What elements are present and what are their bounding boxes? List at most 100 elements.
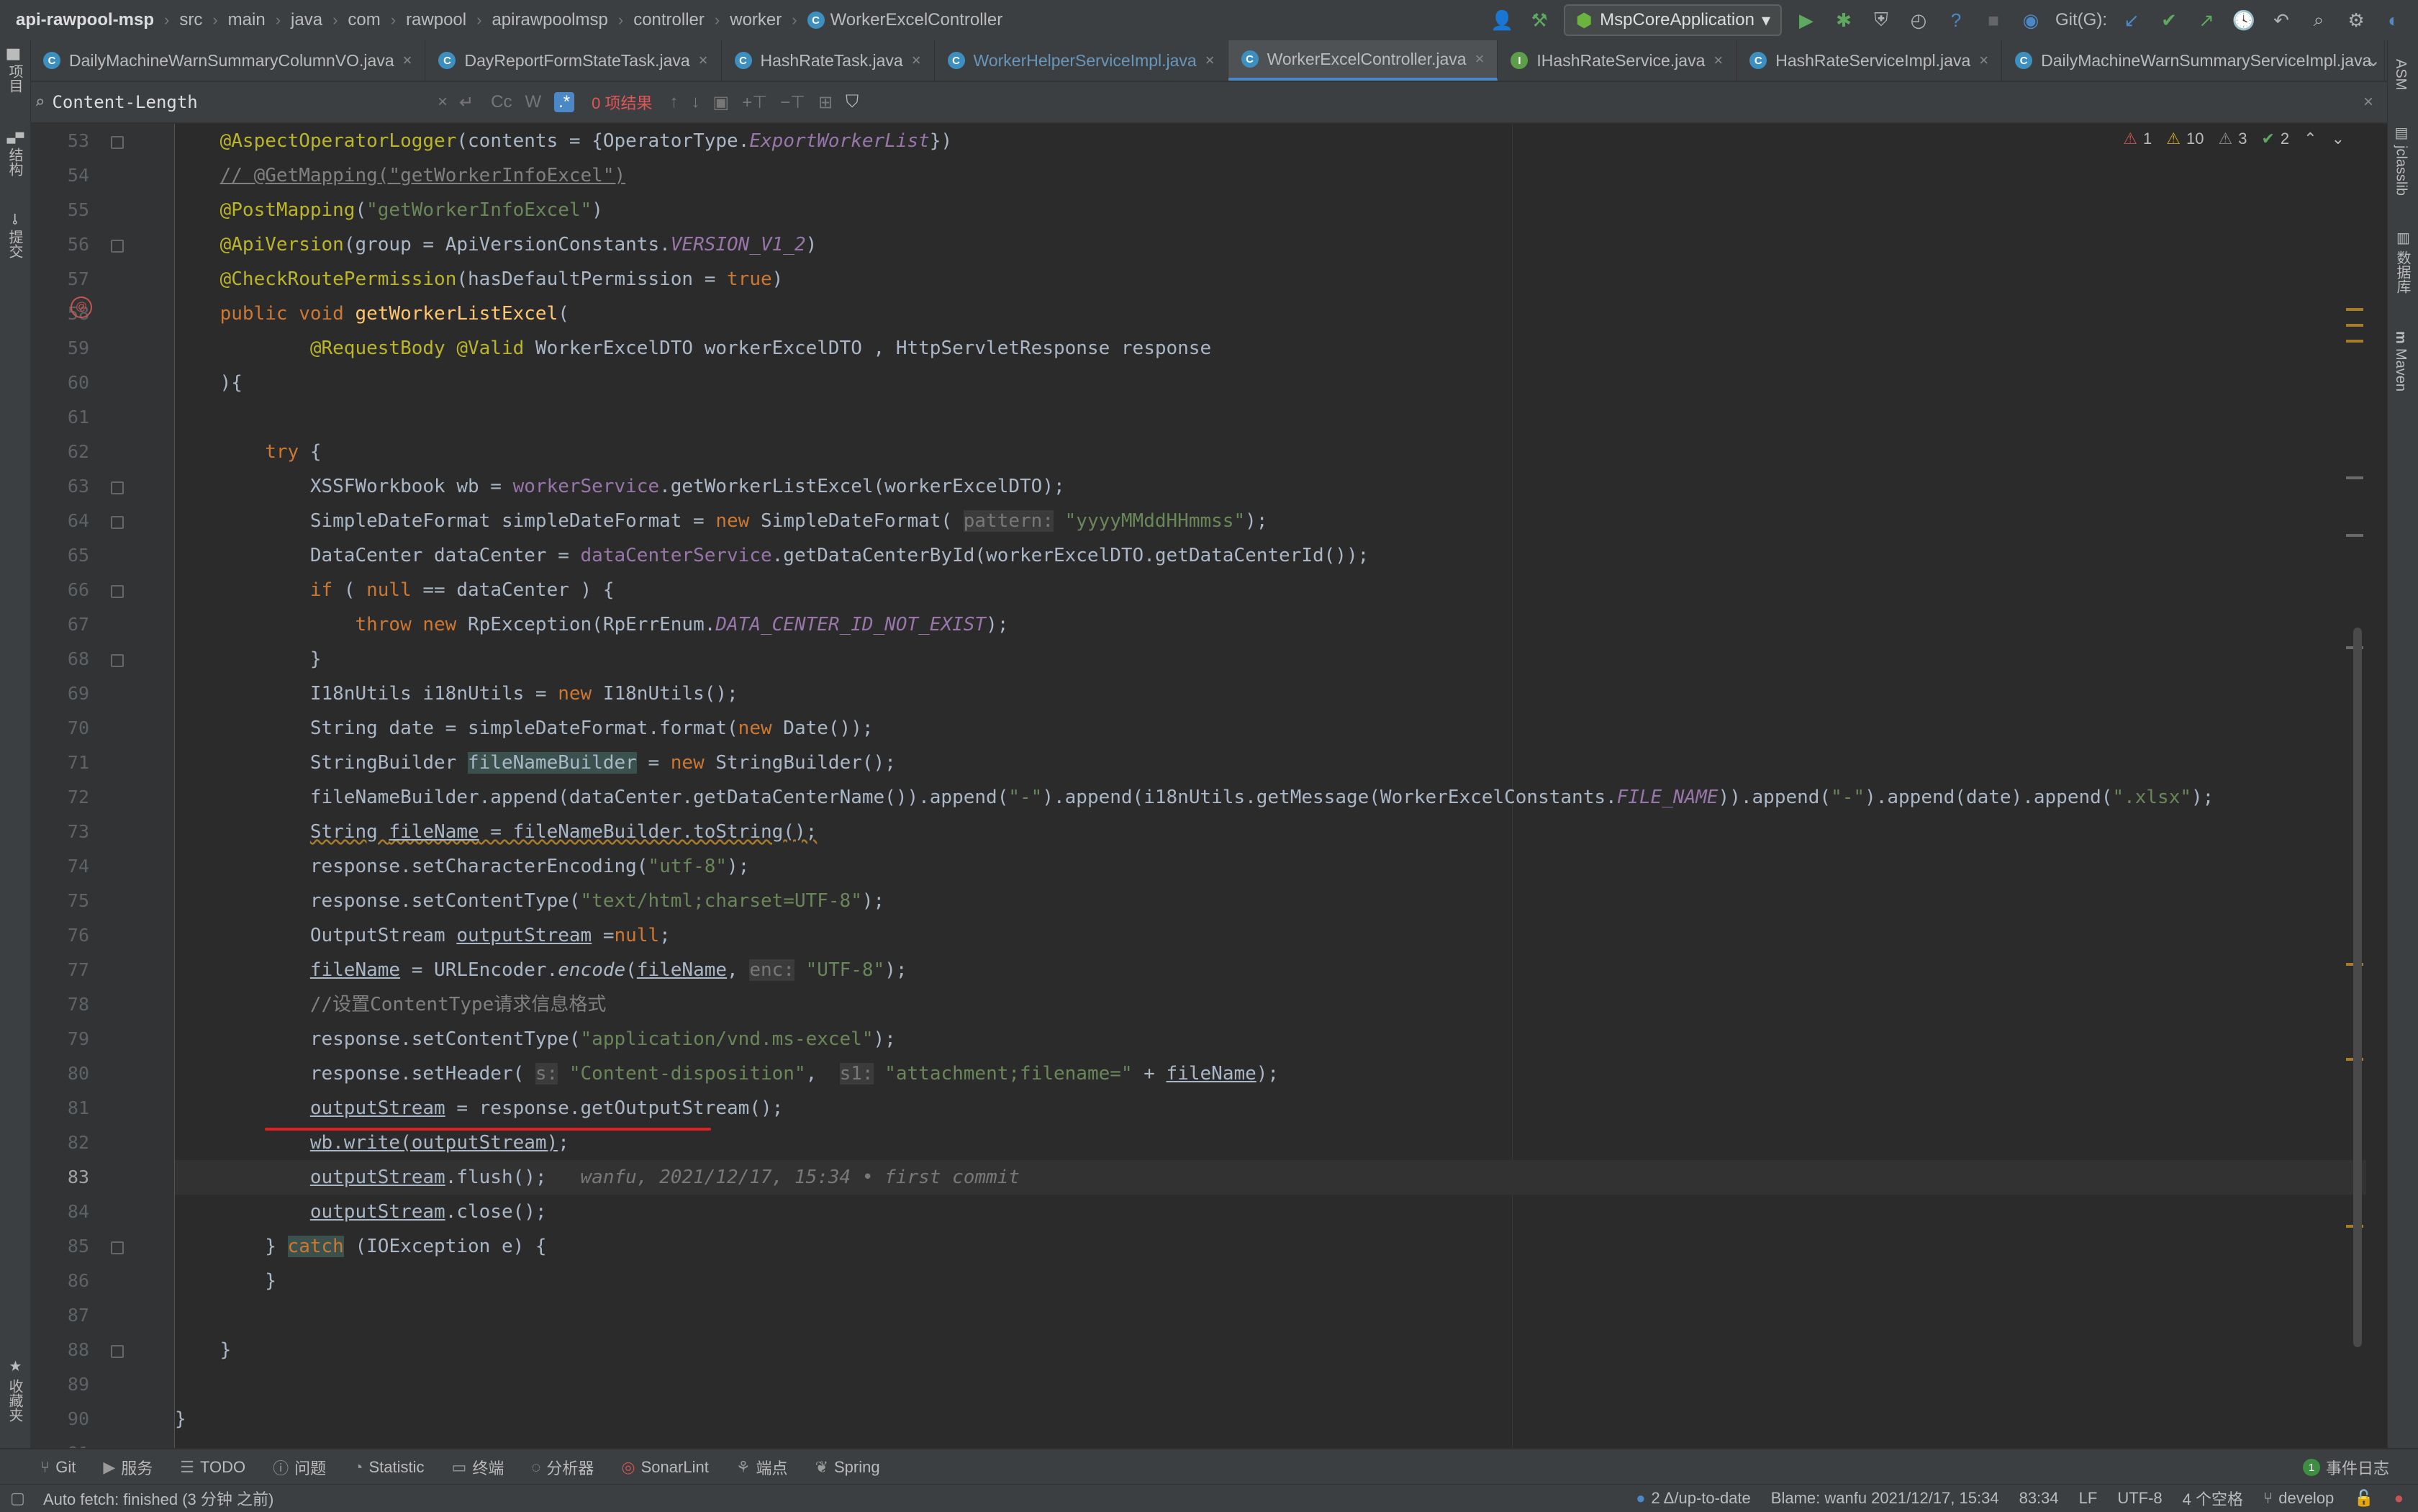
toolwindow-profiler[interactable]: ◌ 分析器 (531, 1456, 594, 1479)
arrow-up-icon[interactable]: ↑ (670, 92, 679, 112)
regex-toggle[interactable]: .* (554, 92, 575, 112)
line-number[interactable]: 90 (30, 1402, 95, 1436)
code-line[interactable]: fileNameBuilder.append(dataCenter.getDat… (175, 780, 2366, 815)
error-report-icon[interactable]: ● (2394, 1489, 2404, 1508)
tool-tab-project[interactable]: ▆ 项目 (4, 49, 25, 93)
match-case-toggle[interactable]: Cc (491, 92, 512, 112)
tab-ihashrateservice[interactable]: I IHashRateService.java × (1498, 40, 1737, 81)
code-line[interactable]: ){ (175, 366, 2366, 400)
code-line[interactable] (175, 1367, 2366, 1402)
new-line-icon[interactable]: ↵ (459, 92, 474, 113)
line-number[interactable]: 82 (30, 1126, 95, 1160)
code-line[interactable]: fileName = URLEncoder.encode(fileName, e… (175, 953, 2366, 987)
file-encoding[interactable]: UTF-8 (2117, 1489, 2162, 1508)
rollback-icon[interactable]: ↶ (2268, 7, 2294, 33)
run-icon[interactable]: ▶ (1793, 7, 1819, 33)
fold-icon[interactable] (111, 136, 124, 149)
search-icon[interactable]: ⌕ (35, 92, 45, 112)
open-in-window-icon[interactable]: ▣ (713, 92, 730, 113)
line-number[interactable]: 77 (30, 953, 95, 987)
assistant-icon[interactable]: ◉ (2018, 7, 2044, 33)
tab-dailymachinewarnsummarycolumnvo[interactable]: C DailyMachineWarnSummaryColumnVO.java × (30, 40, 426, 81)
line-number[interactable]: 84 (30, 1195, 95, 1229)
git-commit-icon[interactable]: ✔ (2156, 7, 2182, 33)
line-number[interactable]: 70 (30, 711, 95, 746)
code-line[interactable]: String date = simpleDateFormat.format(ne… (175, 711, 2366, 746)
code-content[interactable]: @AspectOperatorLogger(contents = {Operat… (175, 124, 2366, 1448)
tool-tab-database[interactable]: ▥ 数据库 (2392, 229, 2413, 294)
code-line[interactable]: outputStream = response.getOutputStream(… (175, 1091, 2366, 1126)
select-all-occurrences-icon[interactable]: ⊞ (818, 92, 833, 113)
breadcrumb-item[interactable]: java (291, 10, 322, 30)
close-icon[interactable]: × (1475, 50, 1485, 68)
line-number[interactable]: 85 (30, 1229, 95, 1264)
code-line[interactable]: StringBuilder fileNameBuilder = new Stri… (175, 746, 2366, 780)
line-number[interactable]: 64 (30, 504, 95, 538)
indent-setting[interactable]: 4 个空格 (2183, 1487, 2243, 1510)
line-number[interactable]: 66 (30, 573, 95, 607)
line-number[interactable]: 73 (30, 815, 95, 849)
gear-icon[interactable]: ⚙ (2343, 7, 2369, 33)
code-line[interactable]: public void getWorkerListExcel( (175, 296, 2366, 331)
code-line[interactable]: @RequestBody @Valid WorkerExcelDTO worke… (175, 331, 2366, 366)
error-stripe-mark[interactable] (2346, 340, 2363, 343)
close-icon[interactable]: × (912, 51, 921, 70)
breadcrumb-item[interactable]: controller (633, 10, 705, 30)
toolwindow-sonarlint[interactable]: ◎ SonarLint (621, 1458, 708, 1477)
search-icon[interactable]: ⌕ (2306, 7, 2332, 33)
line-number[interactable]: 74 (30, 849, 95, 884)
line-number[interactable]: 72 (30, 780, 95, 815)
line-separator[interactable]: LF (2079, 1489, 2098, 1508)
breadcrumb-item[interactable]: rawpool (406, 10, 466, 30)
history-icon[interactable]: 🕓 (2231, 7, 2257, 33)
close-icon[interactable]: × (403, 51, 412, 70)
toolwindow-problems[interactable]: ⓘ 问题 (273, 1456, 326, 1479)
run-configuration-select[interactable]: ⬢ MspCoreApplication ▾ (1564, 4, 1782, 36)
code-line[interactable]: } (175, 1402, 2366, 1436)
code-line[interactable]: SimpleDateFormat simpleDateFormat = new … (175, 504, 2366, 538)
fold-icon[interactable] (111, 1345, 124, 1358)
code-line[interactable]: } (175, 642, 2366, 676)
line-number[interactable]: 67 (30, 607, 95, 642)
breadcrumb-item[interactable]: WorkerExcelController (830, 10, 1003, 30)
code-line[interactable]: } catch (IOException e) { (175, 1229, 2366, 1264)
fold-icon[interactable] (111, 1241, 124, 1254)
status-message[interactable]: Auto fetch: finished (3 分钟 之前) (43, 1487, 273, 1510)
remove-selection-icon[interactable]: −⊤ (780, 92, 805, 113)
error-stripe-mark[interactable] (2346, 324, 2363, 327)
line-number[interactable]: 81 (30, 1091, 95, 1126)
line-number[interactable]: 63 (30, 469, 95, 504)
git-branch[interactable]: ⑂ develop (2263, 1489, 2334, 1508)
error-stripe-mark[interactable] (2346, 476, 2363, 479)
line-number[interactable]: 62 (30, 435, 95, 469)
chevron-down-icon[interactable]: ⌄ (2366, 50, 2381, 71)
chevron-up-icon[interactable]: ⌃ (2304, 130, 2317, 148)
filter-icon[interactable]: ⛉ (846, 92, 859, 112)
code-line[interactable]: @PostMapping("getWorkerInfoExcel") (175, 193, 2366, 227)
add-selection-icon[interactable]: +⊤ (742, 92, 767, 113)
line-number[interactable]: 54 (30, 158, 95, 193)
line-number[interactable]: 78 (30, 987, 95, 1022)
line-number[interactable]: 83 (30, 1160, 95, 1195)
code-line[interactable]: response.setHeader( s: "Content-disposit… (175, 1056, 2366, 1091)
code-line[interactable]: throw new RpException(RpErrEnum.DATA_CEN… (175, 607, 2366, 642)
breadcrumb-project[interactable]: api-rawpool-msp (16, 10, 154, 30)
lock-icon[interactable]: 🔓 (2354, 1489, 2373, 1508)
line-number[interactable]: 53 (30, 124, 95, 158)
fold-icon[interactable] (111, 240, 124, 253)
vertical-scrollbar[interactable] (2353, 628, 2362, 1347)
tool-tab-structure[interactable]: ▚ 结构 (4, 132, 25, 176)
code-line[interactable]: wb.write(outputStream); (175, 1126, 2366, 1160)
breadcrumb-item[interactable]: worker (730, 10, 782, 30)
toolwindow-todo[interactable]: ☰ TODO (180, 1458, 245, 1477)
code-line[interactable]: DataCenter dataCenter = dataCenterServic… (175, 538, 2366, 573)
caret-position[interactable]: 83:34 (2019, 1489, 2059, 1508)
breadcrumb-item[interactable]: com (348, 10, 380, 30)
code-line[interactable]: XSSFWorkbook wb = workerService.getWorke… (175, 469, 2366, 504)
event-log[interactable]: 1 事件日志 (2302, 1456, 2389, 1479)
tool-tab-favorites[interactable]: ★ 收藏夹 (4, 1357, 25, 1422)
line-number[interactable]: 87 (30, 1298, 95, 1333)
toggle-tool-windows-icon[interactable]: ▢ (10, 1489, 25, 1508)
debug-icon[interactable]: ✱ (1831, 7, 1857, 33)
line-number[interactable]: 65 (30, 538, 95, 573)
